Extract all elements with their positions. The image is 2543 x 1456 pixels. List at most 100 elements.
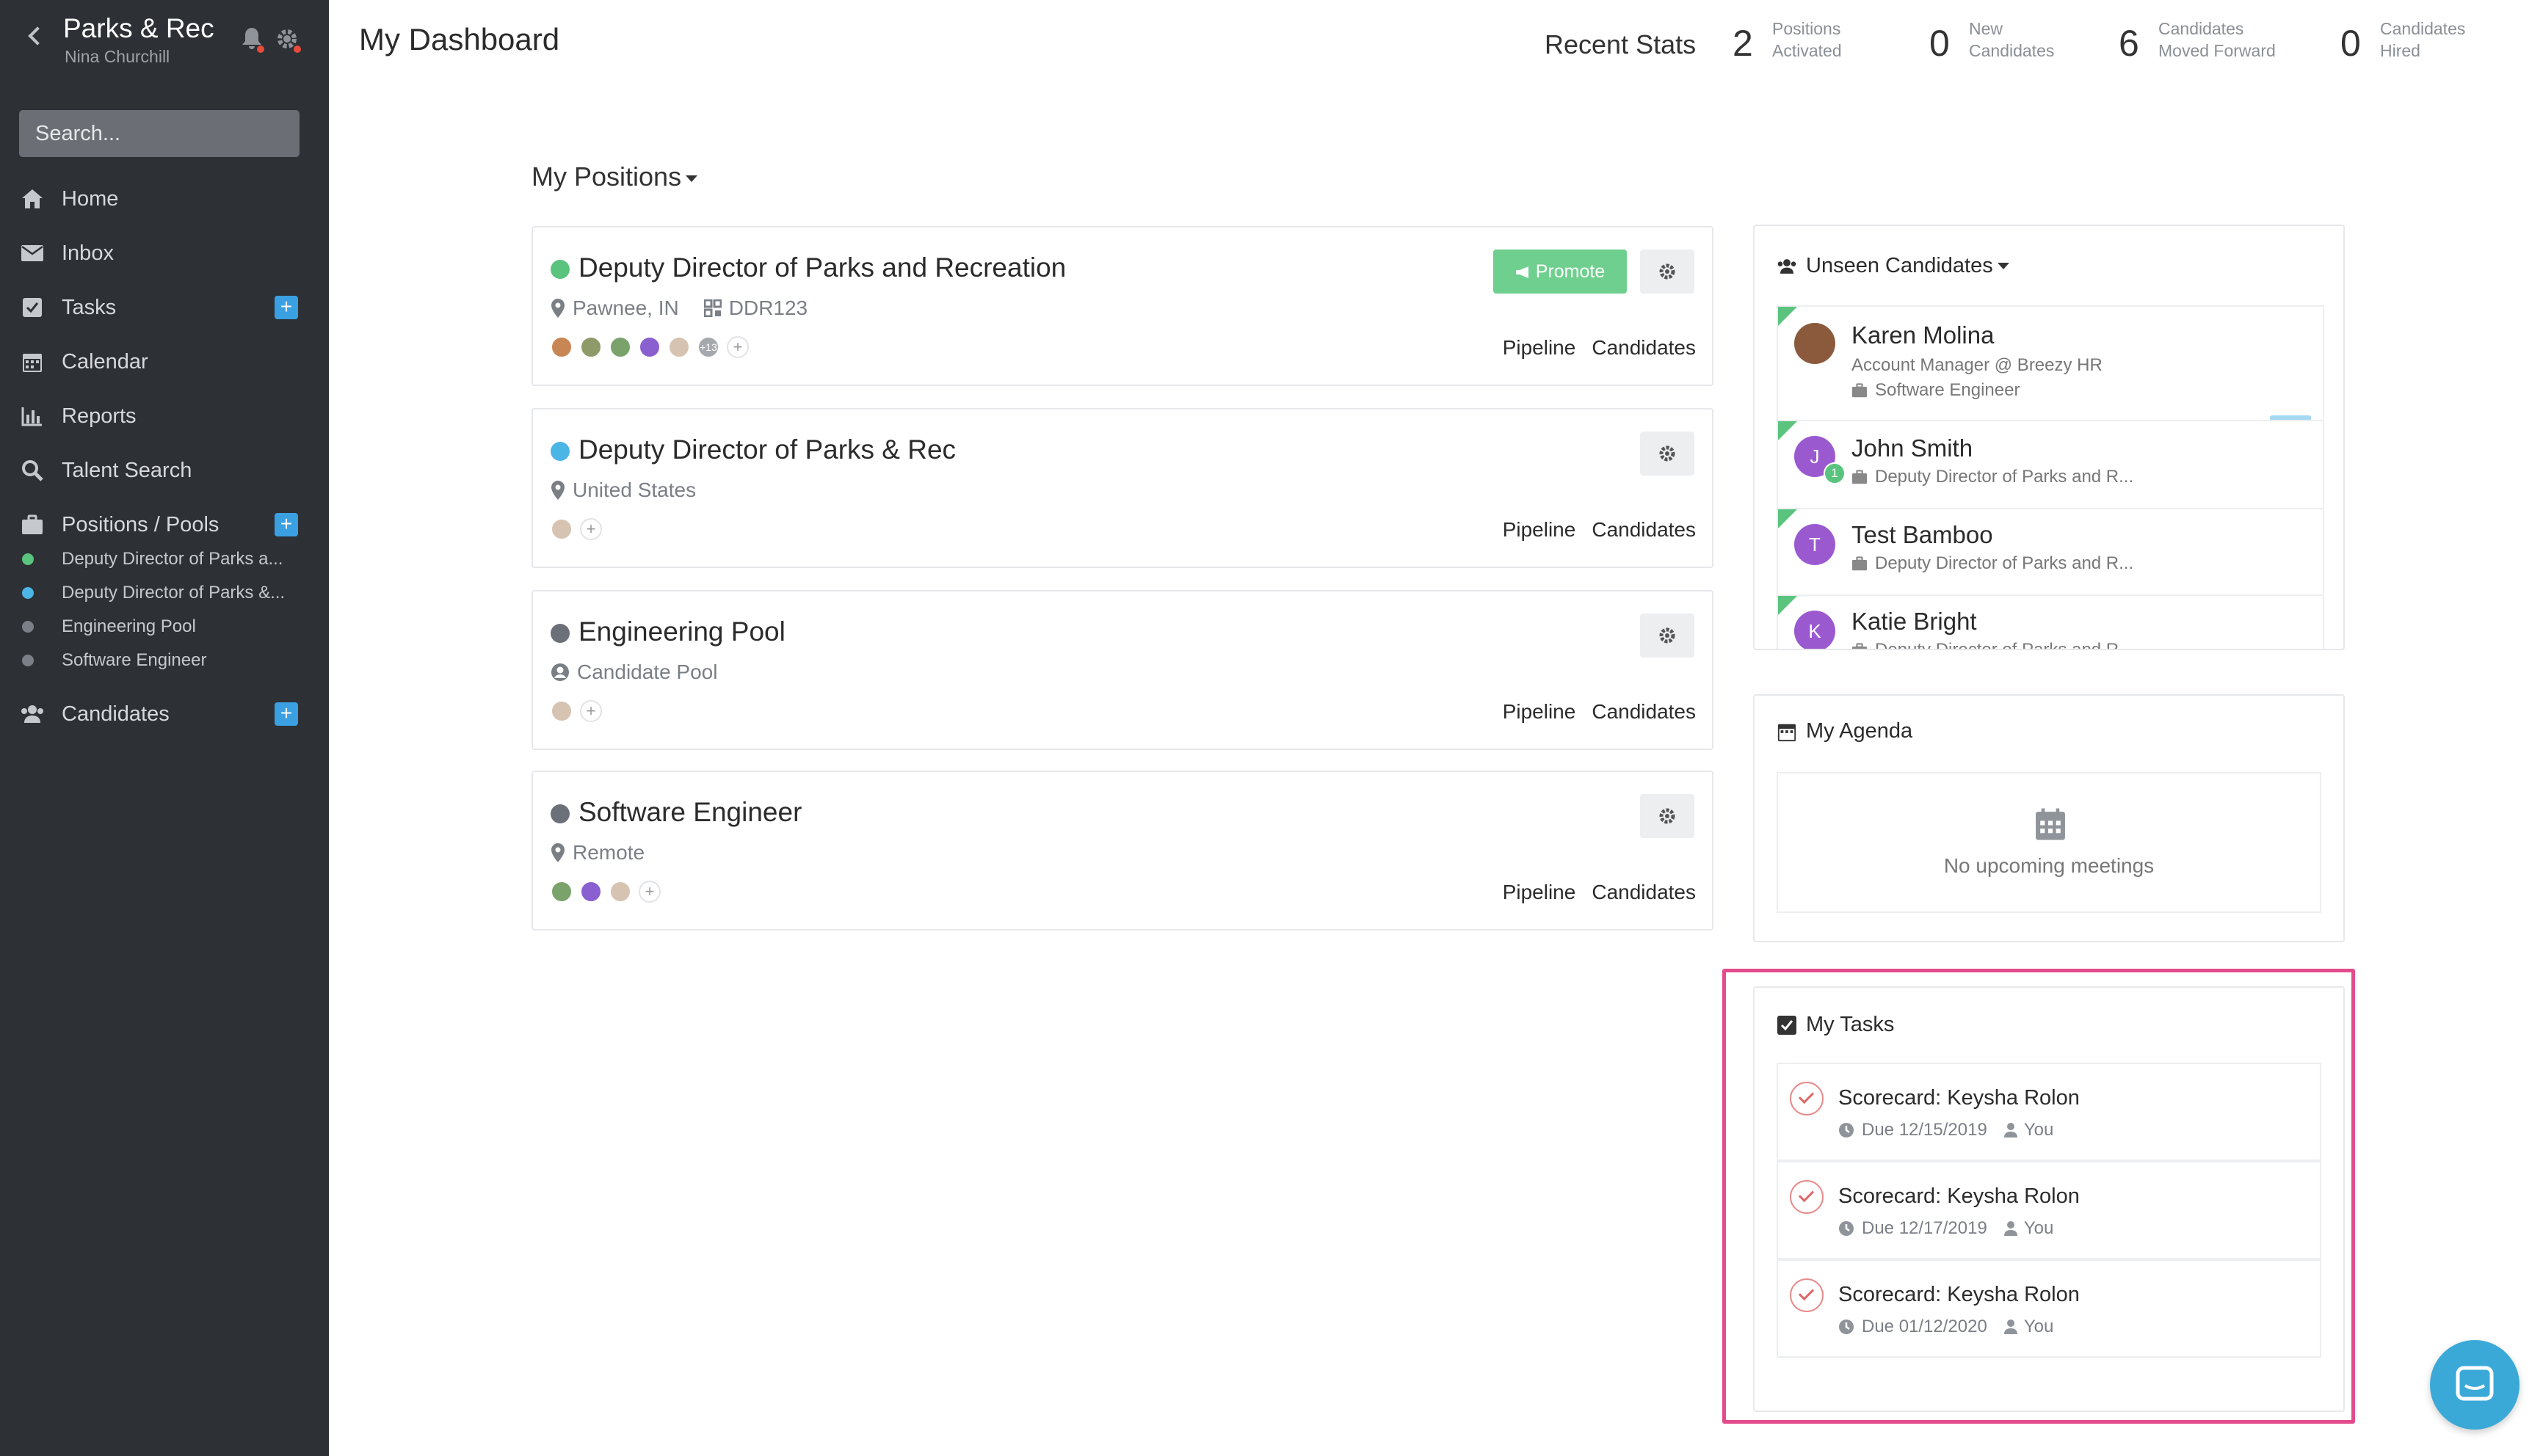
candidate-row[interactable]: K Katie Bright Deputy Director of Parks … (1778, 594, 2323, 649)
add-position-button[interactable]: + (275, 513, 298, 536)
promote-button[interactable]: Promote (1493, 250, 1627, 294)
avatar[interactable] (551, 881, 573, 903)
avatar[interactable] (668, 336, 690, 358)
candidate-name: Katie Bright (1851, 608, 1977, 635)
unseen-candidates-dropdown[interactable]: Unseen Candidates (1777, 254, 2009, 278)
users-icon (1777, 258, 1796, 274)
page-title: My Dashboard (359, 22, 560, 57)
team-avatars: + (551, 881, 668, 903)
pipeline-link[interactable]: Pipeline (1503, 336, 1576, 359)
sidebar-item-label: Positions / Pools (62, 512, 220, 536)
briefcase-icon (1852, 470, 1867, 484)
candidates-link[interactable]: Candidates (1592, 336, 1696, 359)
candidate-row[interactable]: J 1 John Smith Deputy Director of Parks … (1778, 420, 2323, 508)
position-meta: Candidate Pool (551, 660, 717, 684)
org-name[interactable]: Parks & Rec (63, 13, 214, 44)
add-candidate-button[interactable]: + (275, 702, 298, 726)
sidebar-position-item[interactable]: Deputy Director of Parks &... (22, 578, 301, 608)
my-agenda-panel: My Agenda No upcoming meetings (1753, 694, 2345, 942)
sidebar-item-tasks[interactable]: Tasks + (19, 289, 298, 326)
settings-button[interactable] (1640, 250, 1694, 294)
add-member-button[interactable]: + (580, 700, 602, 722)
calendar-icon (2036, 808, 2065, 840)
avatar[interactable] (551, 336, 573, 358)
candidate-position: Deputy Director of Parks and R... (1851, 640, 2133, 649)
avatar[interactable] (580, 336, 602, 358)
candidates-link[interactable]: Candidates (1592, 700, 1696, 723)
sidebar-item-candidates[interactable]: Candidates + (19, 696, 298, 732)
my-positions-dropdown[interactable]: My Positions (532, 161, 698, 192)
more-avatars-badge[interactable]: +13 (697, 336, 719, 358)
position-title[interactable]: Deputy Director of Parks & Rec (578, 434, 956, 465)
position-meta: United States (551, 478, 696, 502)
sidebar-item-label: Deputy Director of Parks &... (62, 583, 286, 603)
avatar[interactable] (551, 700, 573, 722)
search-input[interactable]: Search... (19, 110, 300, 157)
candidate-row[interactable]: Karen Molina Account Manager @ Breezy HR… (1778, 305, 2323, 420)
position-location: Pawnee, IN (573, 296, 679, 319)
sidebar-item-label: Talent Search (62, 458, 192, 482)
status-dot (551, 260, 570, 279)
candidates-link[interactable]: Candidates (1592, 518, 1696, 541)
stat-label: Positions Activated (1772, 19, 1842, 60)
avatar[interactable] (639, 336, 661, 358)
position-links: Pipeline Candidates (1487, 336, 1696, 360)
position-code: DDR123 (728, 296, 808, 319)
sidebar-item-talent-search[interactable]: Talent Search (19, 452, 298, 489)
position-card[interactable]: Deputy Director of Parks & Rec United St… (532, 408, 1713, 568)
chat-icon (2456, 1366, 2494, 1401)
sidebar-item-reports[interactable]: Reports (19, 398, 298, 434)
candidate-list: Karen Molina Account Manager @ Breezy HR… (1777, 305, 2324, 649)
status-dot (551, 624, 570, 643)
candidate-row[interactable]: T Test Bamboo Deputy Director of Parks a… (1778, 508, 2323, 594)
sidebar-position-item[interactable]: Deputy Director of Parks a... (22, 545, 301, 574)
settings-button[interactable] (1640, 614, 1694, 658)
position-title[interactable]: Deputy Director of Parks and Recreation (578, 252, 1066, 283)
status-dot (551, 442, 570, 461)
avatar[interactable] (551, 518, 573, 540)
add-member-button[interactable]: + (639, 881, 661, 903)
recent-stats-label: Recent Stats (1545, 29, 1697, 59)
position-card[interactable]: Software Engineer Remote + Pipeline Candi… (532, 771, 1713, 931)
position-title[interactable]: Engineering Pool (578, 616, 786, 647)
briefcase-icon (1852, 556, 1867, 571)
pipeline-link[interactable]: Pipeline (1503, 700, 1576, 723)
position-meta: Pawnee, IN DDR123 (551, 296, 808, 320)
settings-button[interactable] (1640, 794, 1694, 838)
sidebar: Parks & Rec Nina Churchill Search... Hom… (0, 0, 329, 1456)
search-icon (19, 457, 46, 484)
add-task-button[interactable]: + (275, 296, 298, 319)
back-chevron-icon[interactable] (25, 26, 47, 48)
position-location: Candidate Pool (577, 660, 718, 683)
sidebar-item-label: Inbox (62, 241, 114, 265)
position-card[interactable]: Engineering Pool Candidate Pool + Pipeli… (532, 590, 1713, 750)
avatar[interactable] (609, 336, 631, 358)
position-location: Remote (573, 841, 645, 864)
sidebar-position-item[interactable]: Engineering Pool (22, 612, 301, 641)
caret-down-icon (1997, 263, 2009, 269)
status-dot (22, 587, 34, 599)
gear-icon[interactable] (275, 26, 301, 53)
avatar[interactable] (609, 881, 631, 903)
position-title[interactable]: Software Engineer (578, 797, 802, 828)
no-meetings-text: No upcoming meetings (1943, 854, 2155, 877)
candidate-position: Software Engineer (1851, 380, 2020, 401)
candidates-link[interactable]: Candidates (1592, 881, 1696, 903)
sidebar-item-inbox[interactable]: Inbox (19, 235, 298, 272)
stat-label: Candidates Moved Forward (2158, 19, 2276, 60)
chat-launcher-button[interactable] (2430, 1340, 2520, 1430)
sidebar-item-calendar[interactable]: Calendar (19, 343, 298, 380)
position-card[interactable]: Deputy Director of Parks and Recreation … (532, 226, 1713, 386)
add-member-button[interactable]: + (727, 336, 749, 358)
avatar[interactable] (580, 881, 602, 903)
add-member-button[interactable]: + (580, 518, 602, 540)
settings-button[interactable] (1640, 432, 1694, 476)
sidebar-position-item[interactable]: Software Engineer (22, 646, 301, 675)
pipeline-link[interactable]: Pipeline (1503, 518, 1576, 541)
sidebar-item-label: Tasks (62, 295, 117, 319)
sidebar-item-home[interactable]: Home (19, 181, 298, 217)
sidebar-item-positions[interactable]: Positions / Pools + (19, 506, 298, 543)
bell-icon[interactable] (241, 26, 264, 53)
sidebar-item-label: Reports (62, 404, 137, 428)
pipeline-link[interactable]: Pipeline (1503, 881, 1576, 903)
